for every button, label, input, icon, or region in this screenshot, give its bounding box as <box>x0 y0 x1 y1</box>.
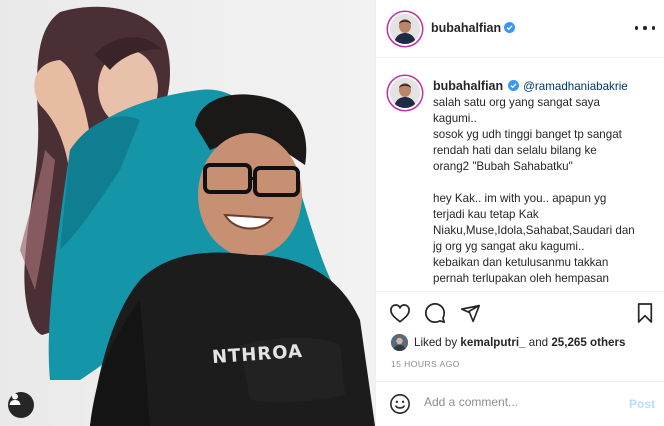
caption-line: jg org yg sangat aku kagumi.. <box>433 240 585 253</box>
verified-badge-icon <box>504 22 516 33</box>
post-photo-illustration <box>20 6 375 426</box>
likes-summary: Liked by kemalputri_ and 25,265 others <box>391 333 625 351</box>
comments-area[interactable]: bubahalfian @ramadhaniabakrie salah satu … <box>376 58 664 291</box>
caption-line: Niaku,Muse,Idola,Sahabat,Saudari dan <box>433 224 635 237</box>
comment-input[interactable] <box>424 395 614 409</box>
verified-badge-icon <box>508 80 520 91</box>
share-icon[interactable] <box>458 301 482 325</box>
bookmark-icon[interactable] <box>633 301 657 325</box>
caption-line: orang2 "Bubah Sahabatku" <box>433 160 573 173</box>
caption-line: hey Kak.. im with you.. apapun yg <box>433 192 607 205</box>
author-username[interactable]: bubahalfian <box>431 21 516 35</box>
caption-line: rendah hati dan selalu bilang ke <box>433 144 597 157</box>
heart-icon[interactable] <box>388 301 412 325</box>
post-photo[interactable]: NTHROA <box>0 0 375 426</box>
user-icon <box>9 393 21 405</box>
more-options-icon[interactable] <box>635 20 655 36</box>
caption-line: kagumi.. <box>433 112 477 125</box>
caption-mention[interactable]: @ramadhaniabakrie <box>523 80 628 93</box>
liker-username[interactable]: kemalputri_ <box>460 336 525 349</box>
post-side-panel: bubahalfian bubahalfian @ramadhaniabakrie… <box>375 0 664 426</box>
caption-username[interactable]: bubahalfian <box>433 79 503 93</box>
tagged-users-button[interactable] <box>8 392 34 418</box>
caption-line: sosok yg udh tinggi banget tp sangat <box>433 128 622 141</box>
post-caption: bubahalfian @ramadhaniabakrie salah satu … <box>433 78 655 287</box>
avatar-image <box>390 14 420 44</box>
comment-box: Post <box>376 381 664 426</box>
avatar-image <box>390 78 420 108</box>
smiley-icon[interactable] <box>389 393 411 415</box>
post-header: bubahalfian <box>376 0 664 58</box>
post-actions <box>376 291 664 331</box>
caption-line: pernah terlupakan oleh hempasan <box>433 272 609 285</box>
caption-line: terjadi kau tetap Kak <box>433 208 539 221</box>
post-comment-button[interactable]: Post <box>629 397 655 411</box>
post-timestamp[interactable]: 15 HOURS AGO <box>391 359 460 369</box>
likes-count-link[interactable]: 25,265 others <box>551 336 625 349</box>
comment-icon[interactable] <box>423 301 447 325</box>
author-username-text[interactable]: bubahalfian <box>431 21 501 35</box>
caption-line: kebaikan dan ketulusanmu takkan <box>433 256 609 269</box>
likes-connector: and <box>528 335 549 349</box>
caption-author-avatar[interactable] <box>388 76 422 110</box>
likes-prefix: Liked by <box>414 335 458 349</box>
liker-avatar[interactable] <box>391 333 408 351</box>
author-avatar[interactable] <box>388 12 422 46</box>
caption-line: salah satu org yang sangat saya <box>433 96 600 109</box>
